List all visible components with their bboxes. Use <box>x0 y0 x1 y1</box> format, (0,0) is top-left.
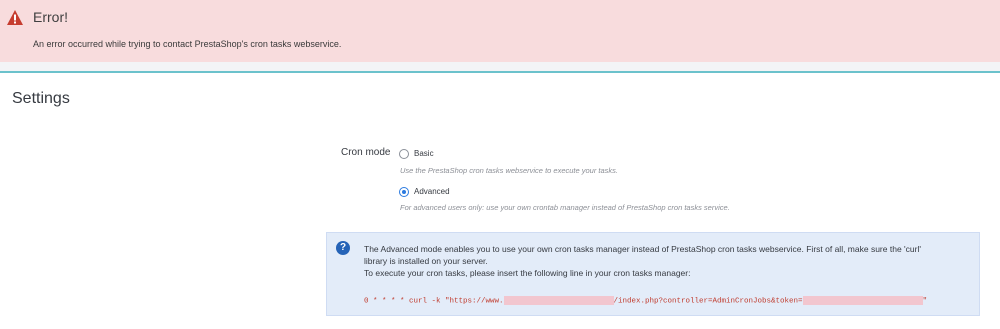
basic-option-help: Use the PrestaShop cron tasks webservice… <box>400 166 619 175</box>
error-message: An error occurred while trying to contac… <box>33 39 342 49</box>
settings-title: Settings <box>12 90 70 107</box>
info-line-2: library is installed on your server. <box>364 256 488 266</box>
error-title: Error! <box>33 9 68 25</box>
advanced-option-help: For advanced users only: use your own cr… <box>400 203 730 212</box>
info-box: ? The Advanced mode enables you to use y… <box>326 232 980 316</box>
info-line-3: To execute your cron tasks, please inser… <box>364 268 691 278</box>
cron-mode-label: Cron mode <box>341 147 391 158</box>
error-alert: Error! An error occurred while trying to… <box>0 0 1000 62</box>
command-middle: /index.php?controller=AdminCronJobs&toke… <box>613 297 803 306</box>
redacted-domain <box>503 296 614 305</box>
radio-advanced[interactable] <box>399 187 409 197</box>
warning-triangle-icon <box>7 10 23 25</box>
redacted-token <box>802 296 923 305</box>
command-prefix: 0 * * * * curl -k "https://www. <box>364 297 504 306</box>
radio-basic[interactable] <box>399 149 409 159</box>
advanced-option-label[interactable]: Advanced <box>414 187 450 196</box>
info-text: The Advanced mode enables you to use you… <box>364 243 964 279</box>
cron-command[interactable]: 0 * * * * curl -k "https://www. /index.ph… <box>364 296 927 305</box>
question-circle-icon: ? <box>336 241 350 255</box>
info-line-1: The Advanced mode enables you to use you… <box>364 244 921 254</box>
basic-option-label[interactable]: Basic <box>414 149 434 158</box>
command-suffix: " <box>922 297 928 306</box>
settings-panel: Settings Cron mode Basic Use the PrestaS… <box>0 71 1000 329</box>
